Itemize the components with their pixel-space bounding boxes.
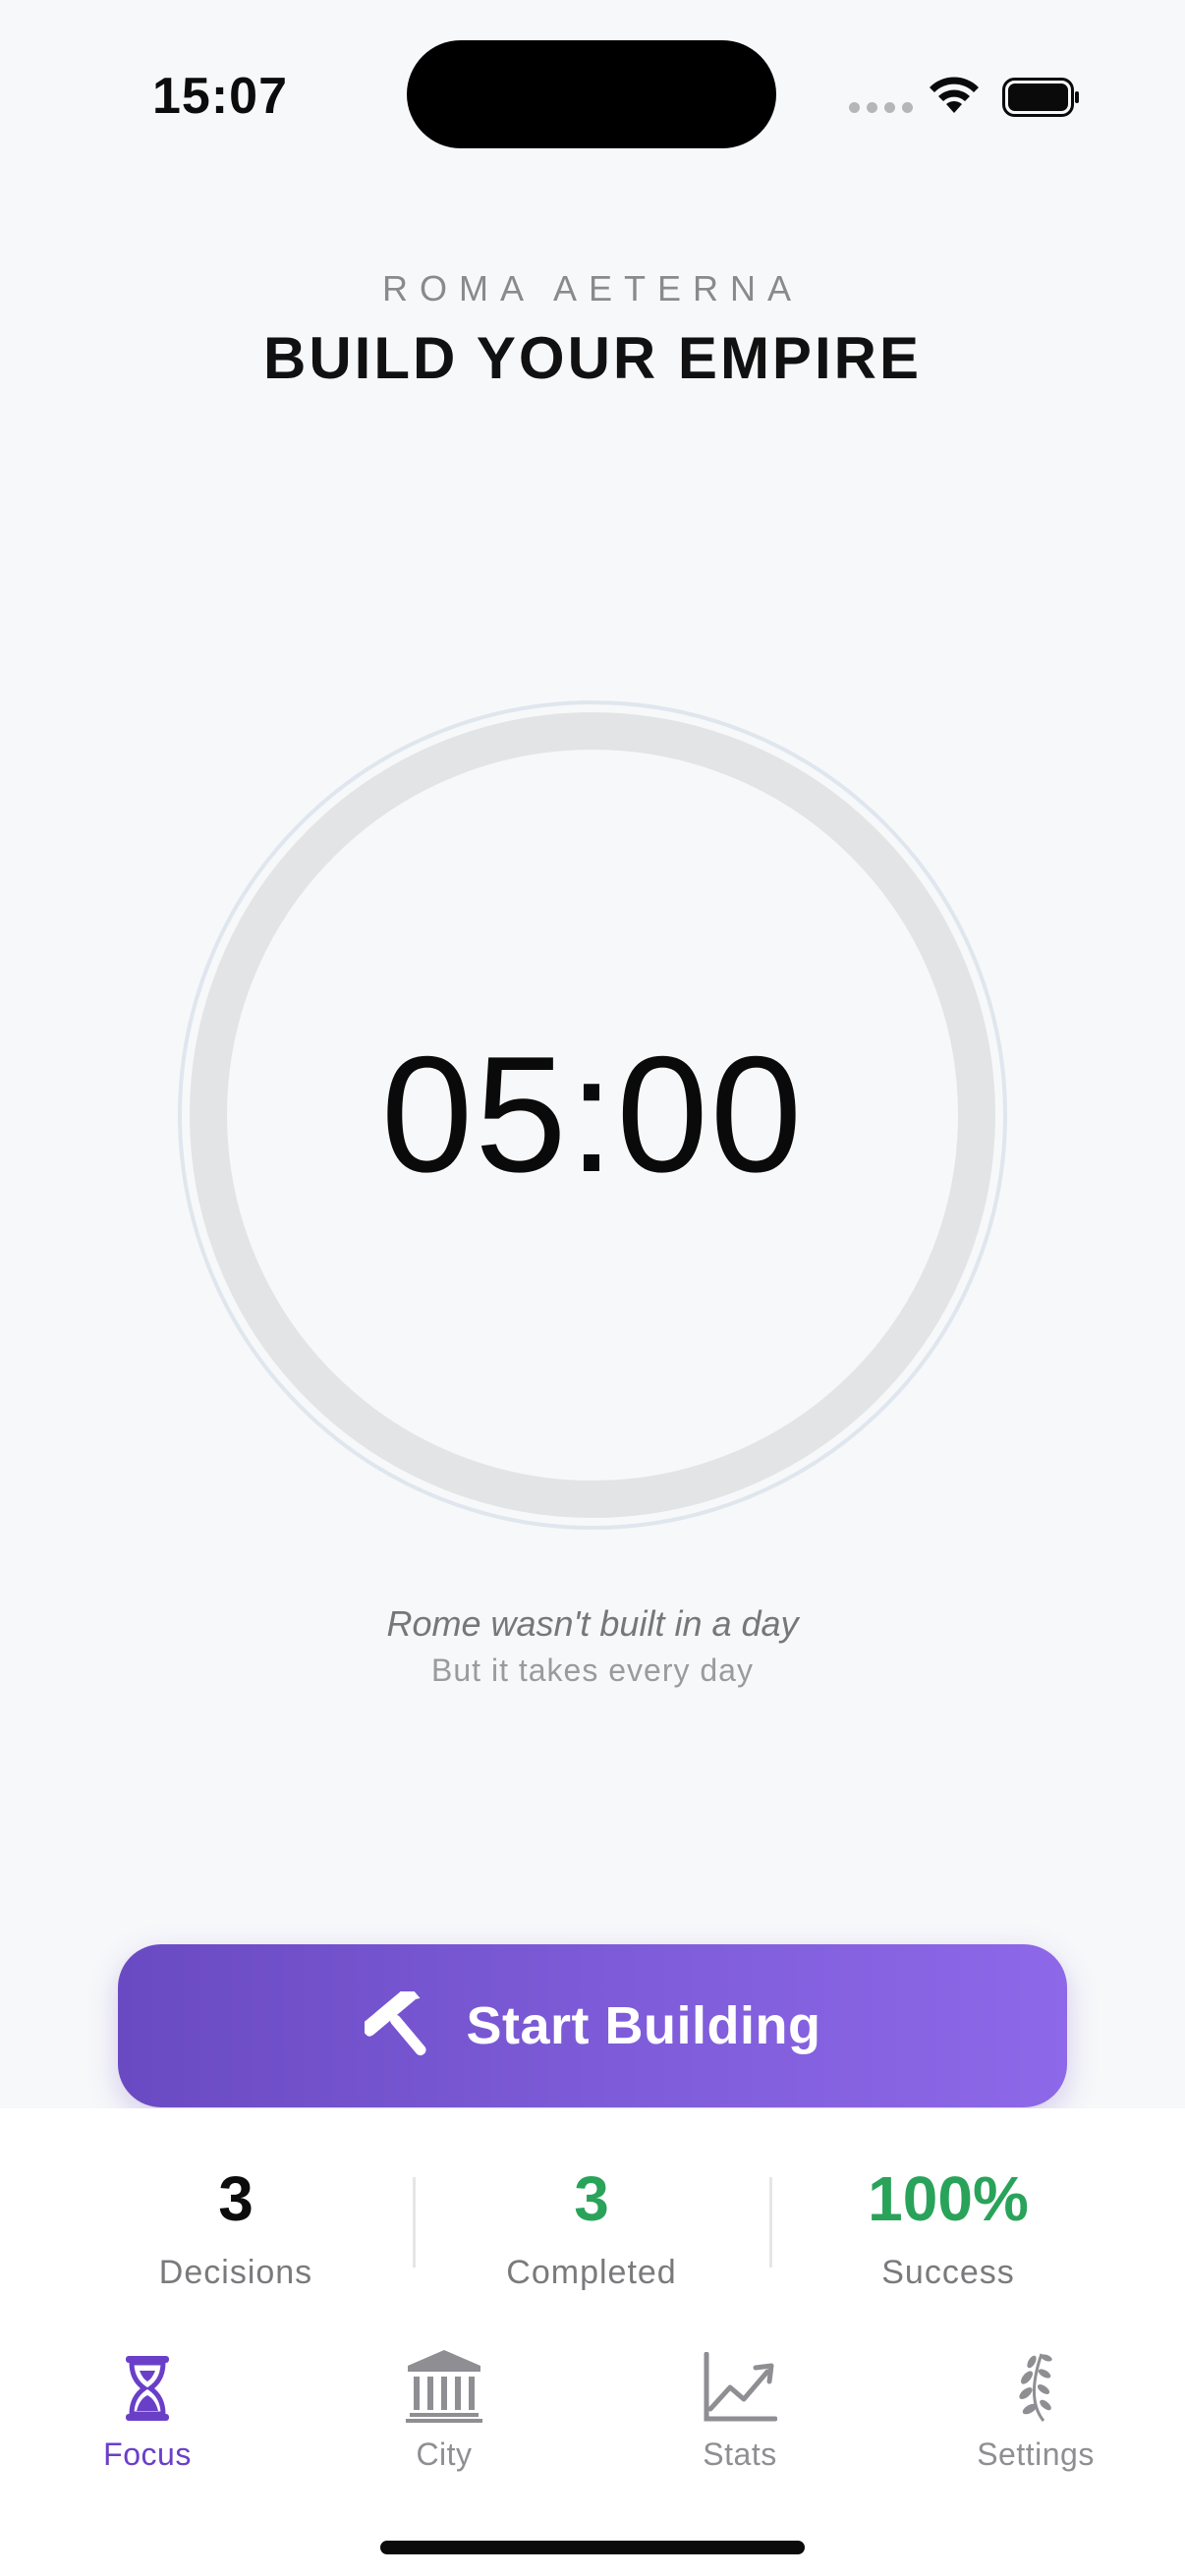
quote-line: Rome wasn't built in a day [386,1603,799,1644]
stat-success: 100% Success [801,2167,1096,2292]
stat-label: Success [881,2254,1015,2291]
tab-label: Stats [703,2436,777,2472]
laurel-icon [1019,2353,1052,2422]
hourglass-icon [126,2356,169,2421]
quote-subline: But it takes every day [431,1652,754,1688]
stat-completed: 3 Completed [444,2167,739,2292]
tab-label: City [416,2436,473,2472]
start-building-label: Start Building [466,1996,821,2055]
stat-decisions: 3 Decisions [88,2167,383,2292]
tab-city[interactable]: City [346,2344,542,2473]
stat-label: Decisions [158,2254,313,2291]
chart-icon [704,2352,777,2422]
dynamic-island [407,40,776,148]
tab-focus[interactable]: Focus [49,2344,246,2473]
timer-display: 05:00 [380,1022,805,1206]
tab-stats[interactable]: Stats [642,2344,838,2473]
stat-label: Completed [506,2254,677,2291]
page-title: BUILD YOUR EMPIRE [263,325,922,391]
stat-value: 3 [218,2163,254,2234]
home-indicator[interactable] [380,2541,805,2554]
app-kicker: ROMA AETERNA [381,268,804,308]
stat-divider [769,2177,772,2268]
stat-divider [413,2177,416,2268]
start-building-button[interactable]: Start Building [118,1944,1067,2107]
temple-icon [406,2350,482,2423]
status-time: 15:07 [152,68,288,125]
cellular-signal-icon [849,102,913,113]
tab-label: Focus [103,2436,192,2472]
wifi-icon [930,77,979,113]
stat-value: 100% [868,2163,1029,2234]
tab-settings[interactable]: Settings [937,2344,1134,2473]
hammer-icon [364,1991,426,2056]
battery-icon [1002,78,1079,117]
tab-label: Settings [977,2436,1095,2472]
stat-value: 3 [574,2163,609,2234]
